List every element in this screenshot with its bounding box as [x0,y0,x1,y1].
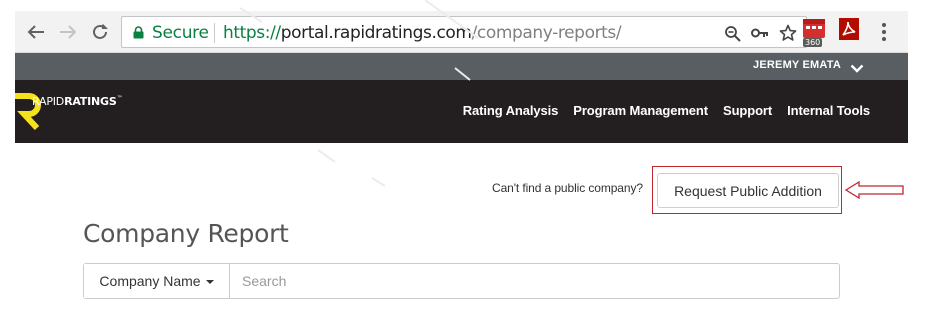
logo-trademark: ™ [116,95,123,102]
url-scheme: https:// [223,23,281,43]
search-filter-dropdown[interactable]: Company Name [84,264,230,298]
browser-toolbar: Secure https://portal.rapidratings.com/c… [15,11,908,53]
caret-down-icon [205,280,214,284]
logo-word-rapid: RAPID [32,95,65,108]
company-search-group: Company Name [83,263,840,299]
search-filter-label: Company Name [99,273,201,289]
star-icon[interactable] [778,23,798,43]
address-bar[interactable]: Secure https://portal.rapidratings.com/c… [121,16,807,48]
back-arrow-icon[interactable] [25,21,47,43]
nav-rating-analysis[interactable]: Rating Analysis [463,103,559,118]
url-host: portal.rapidratings.com [280,23,472,43]
forward-arrow-icon[interactable] [57,21,79,43]
annotation-arrow-icon [844,180,905,204]
zoom-icon[interactable] [722,23,742,43]
cant-find-text: Can't find a public company? [492,181,643,195]
site-header: RAPIDRATINGS™ Rating Analysis Program Ma… [15,80,908,143]
user-bar: JEREMY EMATA [15,53,908,80]
request-public-addition-button[interactable]: Request Public Addition [657,173,839,208]
nav-program-management[interactable]: Program Management [573,103,708,118]
secure-label[interactable]: Secure [152,23,209,43]
key-icon[interactable] [750,23,770,43]
omnibox-divider [214,23,215,43]
url-path: /company-reports/ [471,23,622,43]
chevron-down-icon[interactable] [850,60,864,78]
nav-internal-tools[interactable]: Internal Tools [787,103,870,118]
search-input[interactable] [230,264,839,298]
reload-icon[interactable] [89,21,111,43]
page-title: Company Report [83,219,289,248]
url-text[interactable]: https://portal.rapidratings.com/company-… [223,23,622,43]
menu-dots-icon[interactable] [881,23,887,41]
rapidratings-logo[interactable]: RAPIDRATINGS™ [32,95,123,108]
user-name[interactable]: JEREMY EMATA [753,59,841,71]
calendar-extension-icon[interactable]: 360 [802,17,830,47]
extension-badge: 360 [803,38,823,47]
pdf-extension-icon[interactable] [838,17,866,47]
main-nav: Rating Analysis Program Management Suppo… [463,103,870,118]
lock-icon [133,26,144,44]
nav-support[interactable]: Support [723,103,772,118]
logo-word-ratings: RATINGS [64,95,117,108]
